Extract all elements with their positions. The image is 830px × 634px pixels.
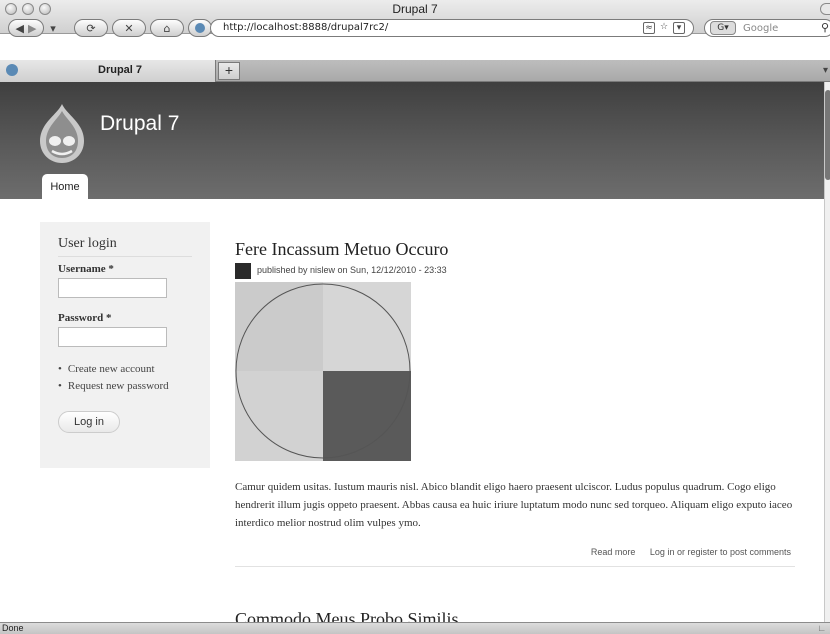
resize-grip-icon[interactable]: ∟ (817, 623, 826, 633)
toolbar-toggle-button[interactable] (820, 3, 830, 15)
username-field[interactable] (58, 278, 167, 298)
history-dropdown-icon[interactable]: ▾ (48, 19, 58, 37)
article-image-graphic (235, 282, 411, 461)
required-marker: * (108, 263, 114, 275)
stop-button[interactable]: ✕ (112, 19, 146, 37)
new-tab-button[interactable]: + (218, 62, 240, 80)
login-block-title: User login (58, 236, 192, 257)
tab-bar: Drupal 7 + ▾ (0, 60, 830, 82)
password-field[interactable] (58, 327, 167, 347)
search-engine-icon[interactable]: G▾ (710, 21, 736, 35)
password-label: Password * (58, 312, 192, 324)
reload-icon: ⟳ (86, 21, 96, 35)
article-title[interactable]: Fere Incassum Metuo Occuro (235, 238, 795, 260)
address-bar-icons: ≈ ☆ ▾ (643, 22, 685, 34)
status-text: Done (2, 623, 24, 633)
username-label-text: Username (58, 263, 106, 275)
scrollbar-thumb[interactable] (825, 90, 830, 180)
site-name[interactable]: Drupal 7 (100, 112, 179, 136)
reload-button[interactable]: ⟳ (74, 19, 108, 37)
article-links: Read more Log in or register to post com… (235, 547, 795, 557)
home-button[interactable]: ⌂ (150, 19, 184, 37)
read-more-link[interactable]: Read more (591, 547, 636, 557)
username-label: Username * (58, 263, 192, 275)
back-forward-buttons[interactable]: ◀ ▶ (8, 19, 44, 37)
tab-label: Drupal 7 (98, 64, 143, 76)
article: Fere Incassum Metuo Occuro published by … (235, 238, 795, 567)
author-avatar[interactable] (235, 263, 251, 279)
url-text[interactable]: http://localhost:8888/drupal7rc2/ (223, 22, 388, 33)
create-account-link[interactable]: Create new account (58, 361, 192, 378)
nav-tab-home[interactable]: Home (42, 174, 88, 199)
page-menu-icon[interactable]: ▾ (673, 22, 685, 34)
back-arrow-icon[interactable]: ◀ (16, 22, 24, 35)
tab-list-icon[interactable]: ▾ (823, 65, 828, 76)
article-image (235, 282, 411, 461)
login-links: Create new account Request new password (58, 361, 192, 395)
search-input[interactable]: Google (743, 23, 778, 34)
home-icon: ⌂ (163, 21, 171, 35)
password-label-text: Password (58, 312, 104, 324)
rss-feed-icon[interactable]: ≈ (643, 22, 655, 34)
request-password-link[interactable]: Request new password (58, 378, 192, 395)
article-divider (235, 566, 795, 567)
drupal-logo[interactable] (37, 103, 87, 165)
login-button[interactable]: Log in (58, 411, 120, 433)
drupal-favicon-icon (6, 64, 18, 76)
article-meta: published by nislew on Sun, 12/12/2010 -… (235, 262, 795, 280)
bookmark-star-icon[interactable]: ☆ (658, 22, 670, 34)
login-to-comment-link[interactable]: Log in or register to post comments (650, 547, 791, 557)
status-bar: Done ∟ (0, 622, 830, 634)
site-header: Drupal 7 Home (0, 82, 830, 199)
search-box[interactable]: G▾ Google ⚲ (704, 19, 830, 37)
window-title: Drupal 7 (392, 2, 438, 16)
submitted-text: published by nislew on Sun, 12/12/2010 -… (257, 265, 447, 275)
required-marker: * (105, 312, 112, 324)
page-scrollbar[interactable] (824, 82, 830, 622)
forward-arrow-icon[interactable]: ▶ (28, 22, 36, 35)
user-login-block: User login Username * Password * Create … (40, 222, 210, 468)
site-favicon-icon (195, 23, 205, 33)
article-body: Camur quidem usitas. Iustum mauris nisl.… (235, 481, 793, 529)
tab-drupal[interactable]: Drupal 7 (0, 60, 216, 82)
stop-icon: ✕ (124, 21, 134, 35)
address-bar[interactable]: http://localhost:8888/drupal7rc2/ ≈ ☆ ▾ (210, 19, 694, 37)
site-identity-button[interactable] (188, 19, 212, 37)
magnifier-icon[interactable]: ⚲ (821, 21, 829, 34)
